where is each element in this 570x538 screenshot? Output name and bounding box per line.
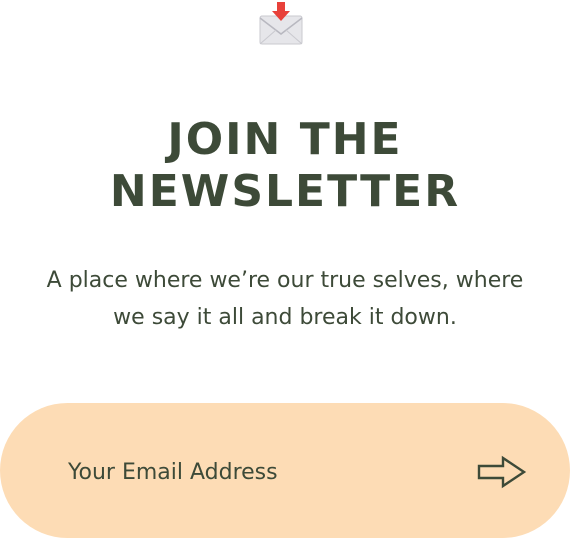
- description-line-2: we say it all and break it down.: [113, 305, 457, 330]
- title-line-2: NEWSLETTER: [109, 166, 461, 217]
- email-signup-form: [0, 403, 570, 538]
- title-line-1: JOIN THE: [167, 114, 403, 165]
- submit-button[interactable]: [474, 452, 530, 492]
- description-line-1: A place where we’re our true selves, whe…: [46, 268, 524, 293]
- page-title: JOIN THE NEWSLETTER: [0, 114, 570, 218]
- incoming-envelope-icon: [258, 2, 304, 46]
- newsletter-section: JOIN THE NEWSLETTER A place where we’re …: [0, 0, 570, 538]
- arrow-right-icon: [474, 452, 530, 492]
- email-input[interactable]: [68, 453, 448, 491]
- newsletter-description: A place where we’re our true selves, whe…: [0, 262, 570, 336]
